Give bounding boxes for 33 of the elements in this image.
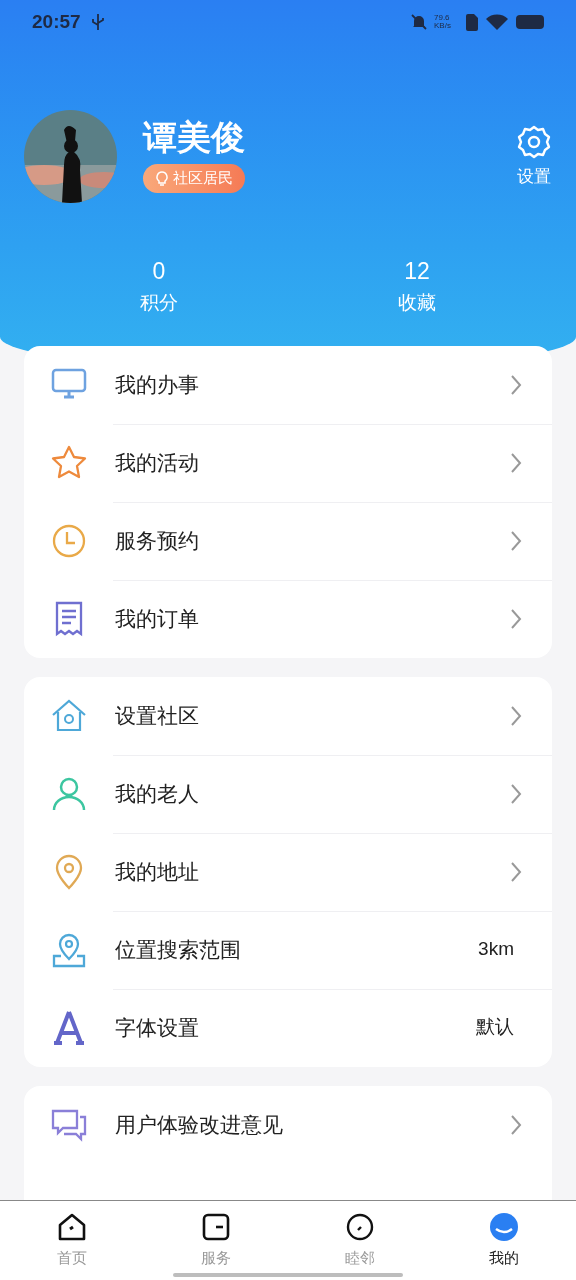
menu-item[interactable]: 我的老人	[24, 754, 552, 833]
service-icon	[200, 1211, 232, 1243]
settings-icon	[516, 124, 552, 160]
chevron-icon	[510, 607, 522, 630]
menu-item[interactable]: 我的活动	[24, 423, 552, 502]
mute-icon	[410, 13, 428, 31]
user-name: 谭美俊	[143, 117, 245, 158]
role-badge: 社区居民	[143, 164, 245, 193]
chevron-icon	[510, 782, 522, 805]
menu-item[interactable]: 我的地址	[24, 832, 552, 911]
menu-item[interactable]: 设置社区	[24, 676, 552, 755]
menu-item[interactable]: 位置搜索范围 3km	[24, 910, 552, 989]
tab[interactable]: 我的	[432, 1201, 576, 1280]
menu-item[interactable]: 服务预约	[24, 501, 552, 580]
status-time: 20:57	[32, 9, 81, 34]
menu-item[interactable]: 字体设置 默认	[24, 988, 552, 1067]
compass-icon	[344, 1211, 376, 1243]
chevron-icon	[510, 451, 522, 474]
menu-item[interactable]: 用户体验改进意见	[24, 1085, 552, 1164]
wifi-icon	[486, 13, 508, 31]
chevron-icon	[510, 529, 522, 552]
profile-icon	[488, 1211, 520, 1243]
bulb-icon	[155, 170, 169, 187]
home-icon	[56, 1211, 88, 1243]
chevron-icon	[510, 860, 522, 883]
menu-item[interactable]: 我的订单	[24, 579, 552, 658]
network-speed: 79.6 KB/s	[434, 14, 452, 30]
chevron-icon	[510, 704, 522, 727]
chevron-icon	[510, 1113, 522, 1136]
menu-item[interactable]: 我的办事	[24, 345, 552, 424]
battery-icon	[516, 15, 544, 29]
usb-icon	[90, 13, 105, 31]
chevron-icon	[510, 373, 522, 396]
